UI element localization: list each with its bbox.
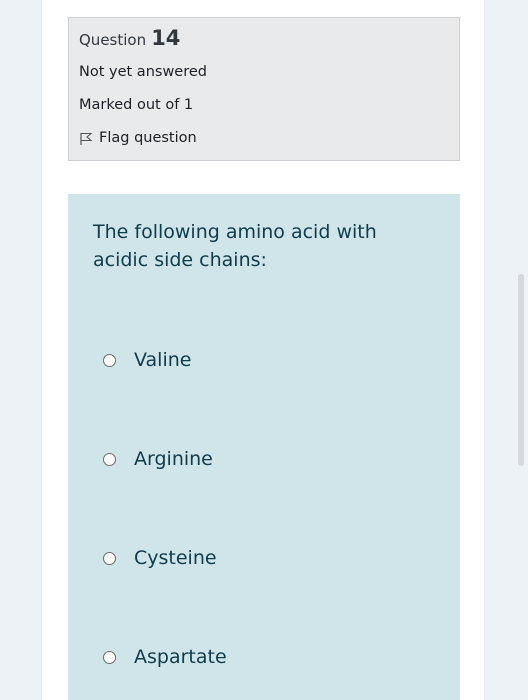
radio-button[interactable]	[103, 353, 116, 367]
answer-option-label: Arginine	[134, 448, 213, 470]
question-content-panel: The following amino acid with acidic sid…	[68, 194, 460, 700]
radio-button[interactable]	[103, 650, 116, 664]
answer-option-aspartate[interactable]: Aspartate	[103, 646, 227, 668]
question-number: 14	[151, 26, 181, 50]
page-scrollbar[interactable]	[518, 274, 524, 466]
question-heading: Question 14	[79, 26, 180, 50]
flag-outline-icon	[79, 131, 93, 145]
answer-option-label: Cysteine	[134, 547, 217, 569]
radio-button[interactable]	[103, 551, 116, 565]
question-word: Question	[79, 31, 147, 49]
answer-option-cysteine[interactable]: Cysteine	[103, 547, 217, 569]
flag-question-label: Flag question	[99, 130, 197, 146]
answer-option-label: Aspartate	[134, 646, 227, 668]
answer-option-arginine[interactable]: Arginine	[103, 448, 213, 470]
answer-option-valine[interactable]: Valine	[103, 349, 191, 371]
marks-info: Marked out of 1	[79, 97, 194, 113]
radio-button[interactable]	[103, 452, 116, 466]
answer-status: Not yet answered	[79, 64, 207, 80]
question-text: The following amino acid with acidic sid…	[93, 221, 377, 271]
answer-option-label: Valine	[134, 349, 192, 371]
flag-question-link[interactable]: Flag question	[79, 130, 197, 146]
question-info-panel: Question 14 Not yet answered Marked out …	[68, 17, 460, 161]
